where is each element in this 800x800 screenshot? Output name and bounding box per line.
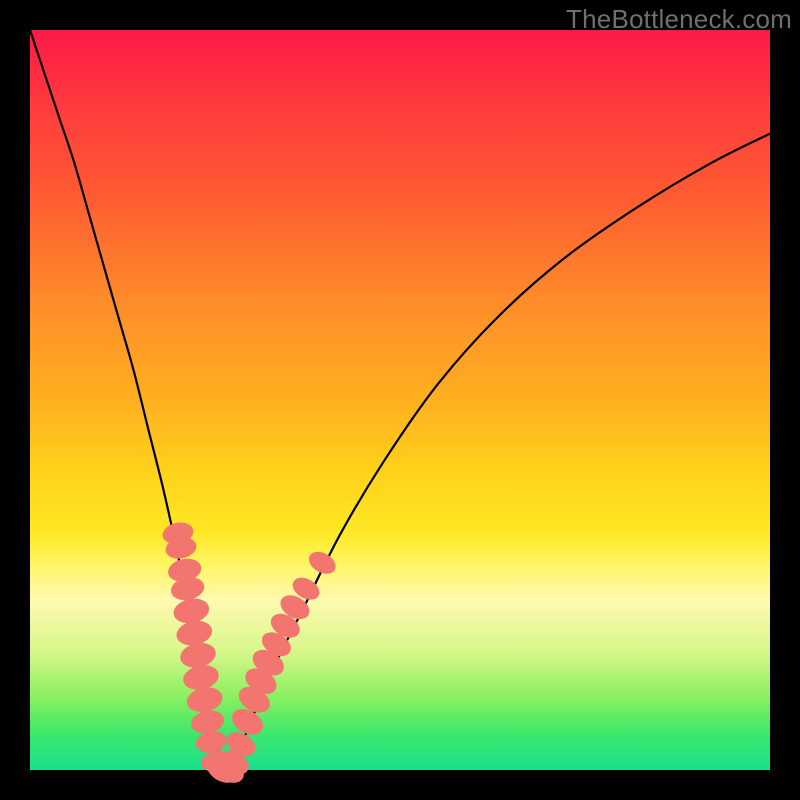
chart-svg: [30, 30, 770, 770]
curve-markers: [161, 520, 340, 788]
plot-area: [30, 30, 770, 770]
chart-frame: TheBottleneck.com: [0, 0, 800, 800]
bottleneck-curve: [30, 30, 770, 770]
curve-marker: [185, 684, 225, 715]
curve-marker: [189, 707, 227, 736]
curve-marker: [305, 547, 340, 578]
watermark-text: TheBottleneck.com: [566, 4, 792, 35]
